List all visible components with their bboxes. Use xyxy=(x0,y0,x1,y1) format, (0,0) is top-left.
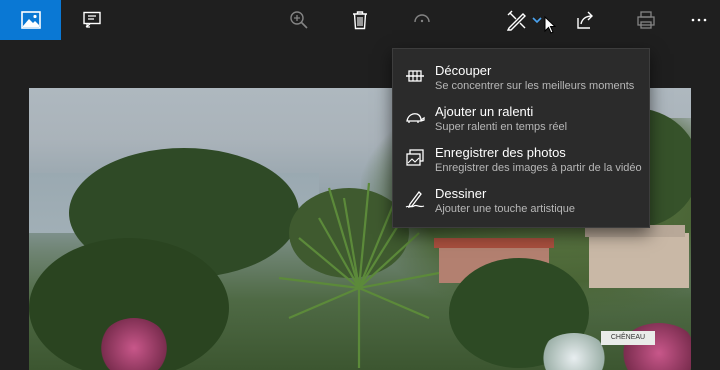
slow-motion-icon xyxy=(406,113,425,123)
menu-item-title: Découper xyxy=(435,63,492,78)
save-photos-icon xyxy=(406,149,424,166)
photos-app-icon xyxy=(20,11,41,29)
white-flowers xyxy=(539,333,609,370)
menu-item-title: Ajouter un ralenti xyxy=(435,104,534,119)
delete-button[interactable] xyxy=(346,0,374,40)
menu-item-save-photos[interactable]: Enregistrer des photos Enregistrer des i… xyxy=(393,139,649,180)
zoom-button[interactable] xyxy=(285,0,313,40)
sign-board: CHÊNEAU xyxy=(601,331,655,345)
sign-text: CHÊNEAU xyxy=(610,334,646,341)
menu-item-trim[interactable]: Découper Se concentrer sur les meilleurs… xyxy=(393,57,649,98)
trim-icon xyxy=(406,70,424,82)
edit-dropdown-toggle[interactable] xyxy=(530,0,544,40)
more-icon xyxy=(691,18,707,22)
print-button[interactable] xyxy=(632,0,660,40)
menu-item-title: Dessiner xyxy=(435,186,487,201)
menu-item-subtitle: Enregistrer des images à partir de la vi… xyxy=(435,162,642,174)
edit-create-icon xyxy=(506,10,526,31)
rotate-button[interactable] xyxy=(408,0,436,40)
rotate-icon xyxy=(414,14,430,23)
menu-item-subtitle: Super ralenti en temps réel xyxy=(435,121,568,133)
draw-icon xyxy=(405,191,425,209)
slideshow-icon xyxy=(83,11,101,28)
house-right xyxy=(589,233,689,288)
more-button[interactable] xyxy=(686,0,712,40)
menu-item-subtitle: Se concentrer sur les meilleurs moments xyxy=(435,80,635,92)
pink-flowers-left xyxy=(99,318,169,370)
menu-item-title: Enregistrer des photos xyxy=(435,145,566,160)
mouse-cursor-icon xyxy=(544,16,556,34)
print-icon xyxy=(637,11,655,29)
menu-item-draw[interactable]: Dessiner Ajouter une touche artistique xyxy=(393,180,649,221)
menu-item-subtitle: Ajouter une touche artistique xyxy=(435,203,576,215)
share-button[interactable] xyxy=(572,0,598,40)
trash-icon xyxy=(353,11,367,30)
slideshow-button[interactable] xyxy=(78,0,106,40)
zoom-in-icon xyxy=(290,11,308,29)
chevron-down-icon xyxy=(532,17,542,24)
edit-create-menu: Découper Se concentrer sur les meilleurs… xyxy=(392,48,650,228)
menu-item-slow-motion[interactable]: Ajouter un ralenti Super ralenti en temp… xyxy=(393,98,649,139)
toolbar xyxy=(0,0,720,40)
edit-create-button[interactable] xyxy=(504,0,530,40)
share-icon xyxy=(577,11,593,29)
photos-app-button[interactable] xyxy=(0,0,61,40)
